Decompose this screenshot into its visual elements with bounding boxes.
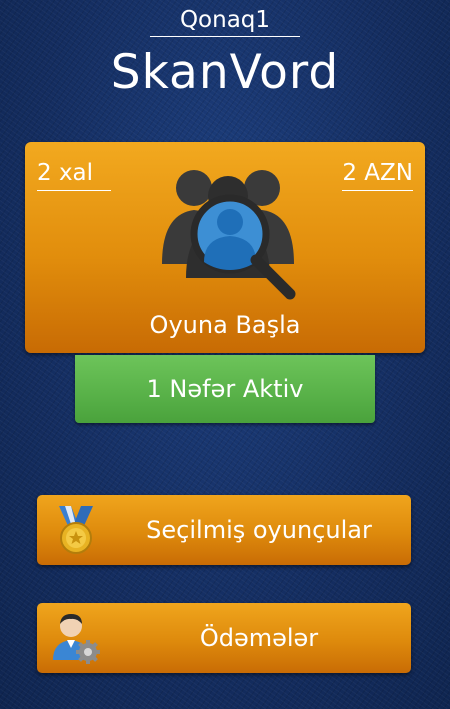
start-game-label: Oyuna Başla <box>149 311 301 339</box>
players-search-icon <box>162 170 296 300</box>
points-label: 2 xal <box>37 158 112 191</box>
selected-players-label: Seçilmiş oyunçular <box>146 516 372 544</box>
payments-label: Ödəmələr <box>199 624 319 652</box>
medal-icon <box>59 506 93 554</box>
payments-button[interactable]: Ödəmələr <box>37 603 411 673</box>
start-game-card[interactable]: 2 xal 2 AZN Oyuna Başla <box>25 142 425 353</box>
price-label: 2 AZN <box>342 158 413 191</box>
username: Qonaq1 <box>150 4 300 37</box>
active-players-status: 1 Nəfər Aktiv <box>75 355 375 423</box>
selected-players-button[interactable]: Seçilmiş oyunçular <box>37 495 411 565</box>
app-title: SkanVord <box>110 45 340 100</box>
user-settings-icon <box>53 614 100 664</box>
